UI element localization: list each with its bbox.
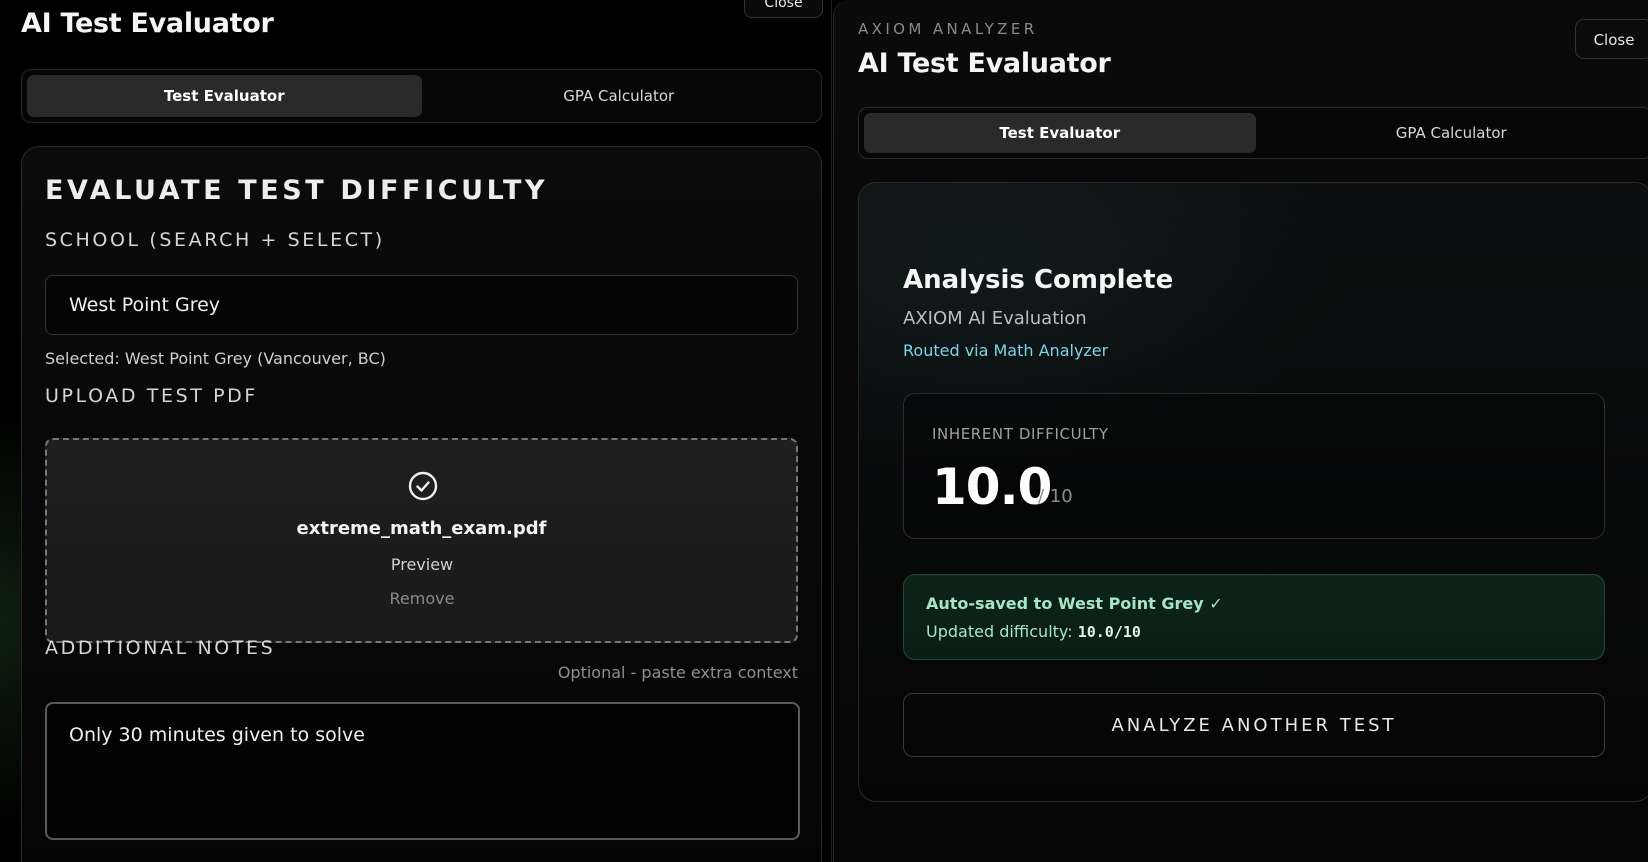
uploaded-file-name: extreme_math_exam.pdf xyxy=(296,518,547,539)
right-tab-gpa-calculator[interactable]: GPA Calculator xyxy=(1256,113,1648,153)
preview-button[interactable]: Preview xyxy=(372,555,472,574)
left-tab-bar: Test Evaluator GPA Calculator xyxy=(21,69,822,123)
routed-note: Routed via Math Analyzer xyxy=(903,341,1109,360)
pdf-dropzone[interactable]: extreme_math_exam.pdf Preview Remove xyxy=(45,438,798,643)
check-circle-icon xyxy=(408,471,438,501)
school-search-input[interactable] xyxy=(45,275,798,335)
difficulty-box: INHERENT DIFFICULTY 10.0 / 10 xyxy=(903,393,1605,539)
app-stage: Close AI Test Evaluator Test Evaluator G… xyxy=(0,0,1648,862)
difficulty-scale: / 10 xyxy=(1038,486,1073,507)
right-tab-test-evaluator[interactable]: Test Evaluator xyxy=(864,113,1256,153)
evaluate-card: EVALUATE TEST DIFFICULTY SCHOOL (SEARCH … xyxy=(21,146,822,862)
left-tab-test-evaluator[interactable]: Test Evaluator xyxy=(27,75,422,117)
upload-label: UPLOAD TEST PDF xyxy=(45,385,258,407)
right-panel: AXIOM ANALYZER AI Test Evaluator Close T… xyxy=(833,0,1648,862)
updated-difficulty-prefix: Updated difficulty: xyxy=(926,622,1078,641)
autosave-notice: Auto-saved to West Point Grey ✓ Updated … xyxy=(903,574,1605,660)
result-subtitle: AXIOM AI Evaluation xyxy=(903,308,1087,329)
analyzer-kicker: AXIOM ANALYZER xyxy=(858,20,1038,38)
left-page-title: AI Test Evaluator xyxy=(21,8,274,39)
additional-notes-textarea[interactable]: Only 30 minutes given to solve xyxy=(45,702,800,840)
notes-hint: Optional - paste extra context xyxy=(557,663,798,682)
notes-label: ADDITIONAL NOTES xyxy=(45,637,276,659)
left-close-button[interactable]: Close xyxy=(744,0,823,18)
difficulty-label: INHERENT DIFFICULTY xyxy=(932,425,1109,443)
selected-school-note: Selected: West Point Grey (Vancouver, BC… xyxy=(45,349,386,368)
left-panel: Close AI Test Evaluator Test Evaluator G… xyxy=(0,0,832,862)
remove-button[interactable]: Remove xyxy=(372,589,472,608)
difficulty-value: 10.0 xyxy=(932,458,1052,516)
right-close-button[interactable]: Close xyxy=(1575,19,1648,59)
updated-difficulty-value: 10.0/10 xyxy=(1077,623,1141,641)
card-heading: EVALUATE TEST DIFFICULTY xyxy=(45,175,549,206)
school-label: SCHOOL (SEARCH + SELECT) xyxy=(45,229,385,251)
result-card: Analysis Complete AXIOM AI Evaluation Ro… xyxy=(858,182,1648,802)
updated-difficulty-line: Updated difficulty: 10.0/10 xyxy=(926,622,1141,641)
autosave-line: Auto-saved to West Point Grey ✓ xyxy=(926,594,1223,613)
right-page-title: AI Test Evaluator xyxy=(858,48,1111,79)
result-title: Analysis Complete xyxy=(903,265,1174,295)
left-tab-gpa-calculator[interactable]: GPA Calculator xyxy=(422,75,817,117)
right-tab-bar: Test Evaluator GPA Calculator xyxy=(858,107,1648,159)
analyze-another-button[interactable]: ANALYZE ANOTHER TEST xyxy=(903,693,1605,757)
